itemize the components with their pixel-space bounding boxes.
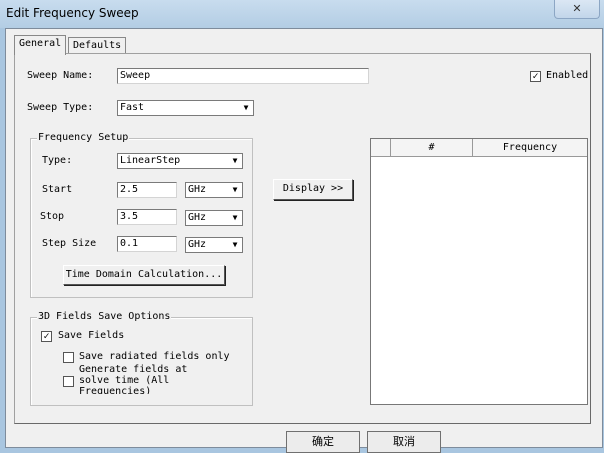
generate-fields-line-1: Generate fields at	[79, 364, 188, 375]
step-unit-select[interactable]: GHz ▼	[185, 237, 243, 253]
stop-unit-value: GHz	[188, 212, 207, 223]
3d-fields-title: 3D Fields Save Options	[37, 311, 172, 322]
display-button[interactable]: Display >>	[273, 179, 353, 200]
chevron-down-icon: ▼	[243, 103, 249, 112]
save-radiated-fields-checkbox[interactable]	[63, 352, 74, 363]
table-corner-header	[371, 139, 391, 157]
sweep-type-select[interactable]: Fast ▼	[117, 100, 254, 116]
sweep-name-label: Sweep Name:	[27, 70, 94, 81]
frequency-setup-title: Frequency Setup	[37, 132, 130, 143]
enabled-checkbox[interactable]: ✓	[530, 71, 541, 82]
3d-fields-save-options-group: 3D Fields Save Options ✓ Save Fields Sav…	[30, 311, 253, 406]
save-radiated-fields-label: Save radiated fields only	[79, 351, 230, 362]
stop-unit-select[interactable]: GHz ▼	[185, 210, 243, 226]
type-select[interactable]: LinearStep ▼	[117, 153, 243, 169]
chevron-down-icon: ▼	[232, 156, 238, 165]
close-button[interactable]: ✕	[554, 0, 600, 19]
type-value: LinearStep	[120, 155, 181, 166]
generate-fields-line-3: Frequencies)	[79, 386, 152, 394]
tab-defaults-label: Defaults	[73, 40, 122, 51]
general-tab-pane: Sweep Name: Sweep ✓ Enabled Sweep Type: …	[14, 53, 591, 424]
save-fields-label: Save Fields	[58, 330, 125, 341]
start-label: Start	[42, 184, 73, 195]
dialog-client: General Defaults Sweep Name: Sweep ✓ Ena…	[5, 28, 603, 453]
generate-fields-checkbox[interactable]	[63, 376, 74, 387]
window-title: Edit Frequency Sweep	[6, 6, 139, 20]
start-unit-value: GHz	[188, 184, 207, 195]
step-unit-value: GHz	[188, 239, 207, 250]
sweep-type-value: Fast	[120, 102, 145, 113]
chevron-down-icon: ▼	[232, 240, 238, 249]
ok-button[interactable]: 确定	[286, 431, 360, 453]
enabled-label: Enabled	[546, 70, 589, 81]
check-icon: ✓	[43, 331, 50, 342]
start-unit-select[interactable]: GHz ▼	[185, 182, 243, 198]
step-size-label: Step Size	[42, 238, 97, 249]
chevron-down-icon: ▼	[232, 213, 238, 222]
generate-fields-label: Generate fields at solve time (All Frequ…	[79, 364, 229, 394]
column-header-frequency[interactable]: Frequency	[473, 139, 587, 157]
stop-label: Stop	[40, 211, 65, 222]
sweep-type-label: Sweep Type:	[27, 102, 94, 113]
close-icon: ✕	[572, 2, 582, 15]
column-header-number[interactable]: #	[391, 139, 473, 157]
tab-general-label: General	[19, 38, 62, 49]
start-input[interactable]: 2.5	[117, 182, 177, 198]
cancel-button[interactable]: 取消	[367, 431, 441, 453]
step-size-input[interactable]: 0.1	[117, 236, 177, 252]
generate-fields-line-2: solve time (All	[79, 375, 170, 386]
sweep-name-input[interactable]: Sweep	[117, 68, 369, 84]
stop-input[interactable]: 3.5	[117, 209, 177, 225]
save-fields-checkbox[interactable]: ✓	[41, 331, 52, 342]
title-bar: Edit Frequency Sweep ✕	[0, 0, 604, 28]
chevron-down-icon: ▼	[232, 185, 238, 194]
frequency-setup-group: Frequency Setup Type: LinearStep ▼ Start…	[30, 132, 253, 298]
tab-general[interactable]: General	[14, 35, 67, 55]
type-label: Type:	[42, 155, 73, 166]
time-domain-calculation-button[interactable]: Time Domain Calculation...	[63, 265, 225, 285]
check-icon: ✓	[532, 71, 539, 82]
frequency-table[interactable]: # Frequency	[370, 138, 588, 405]
